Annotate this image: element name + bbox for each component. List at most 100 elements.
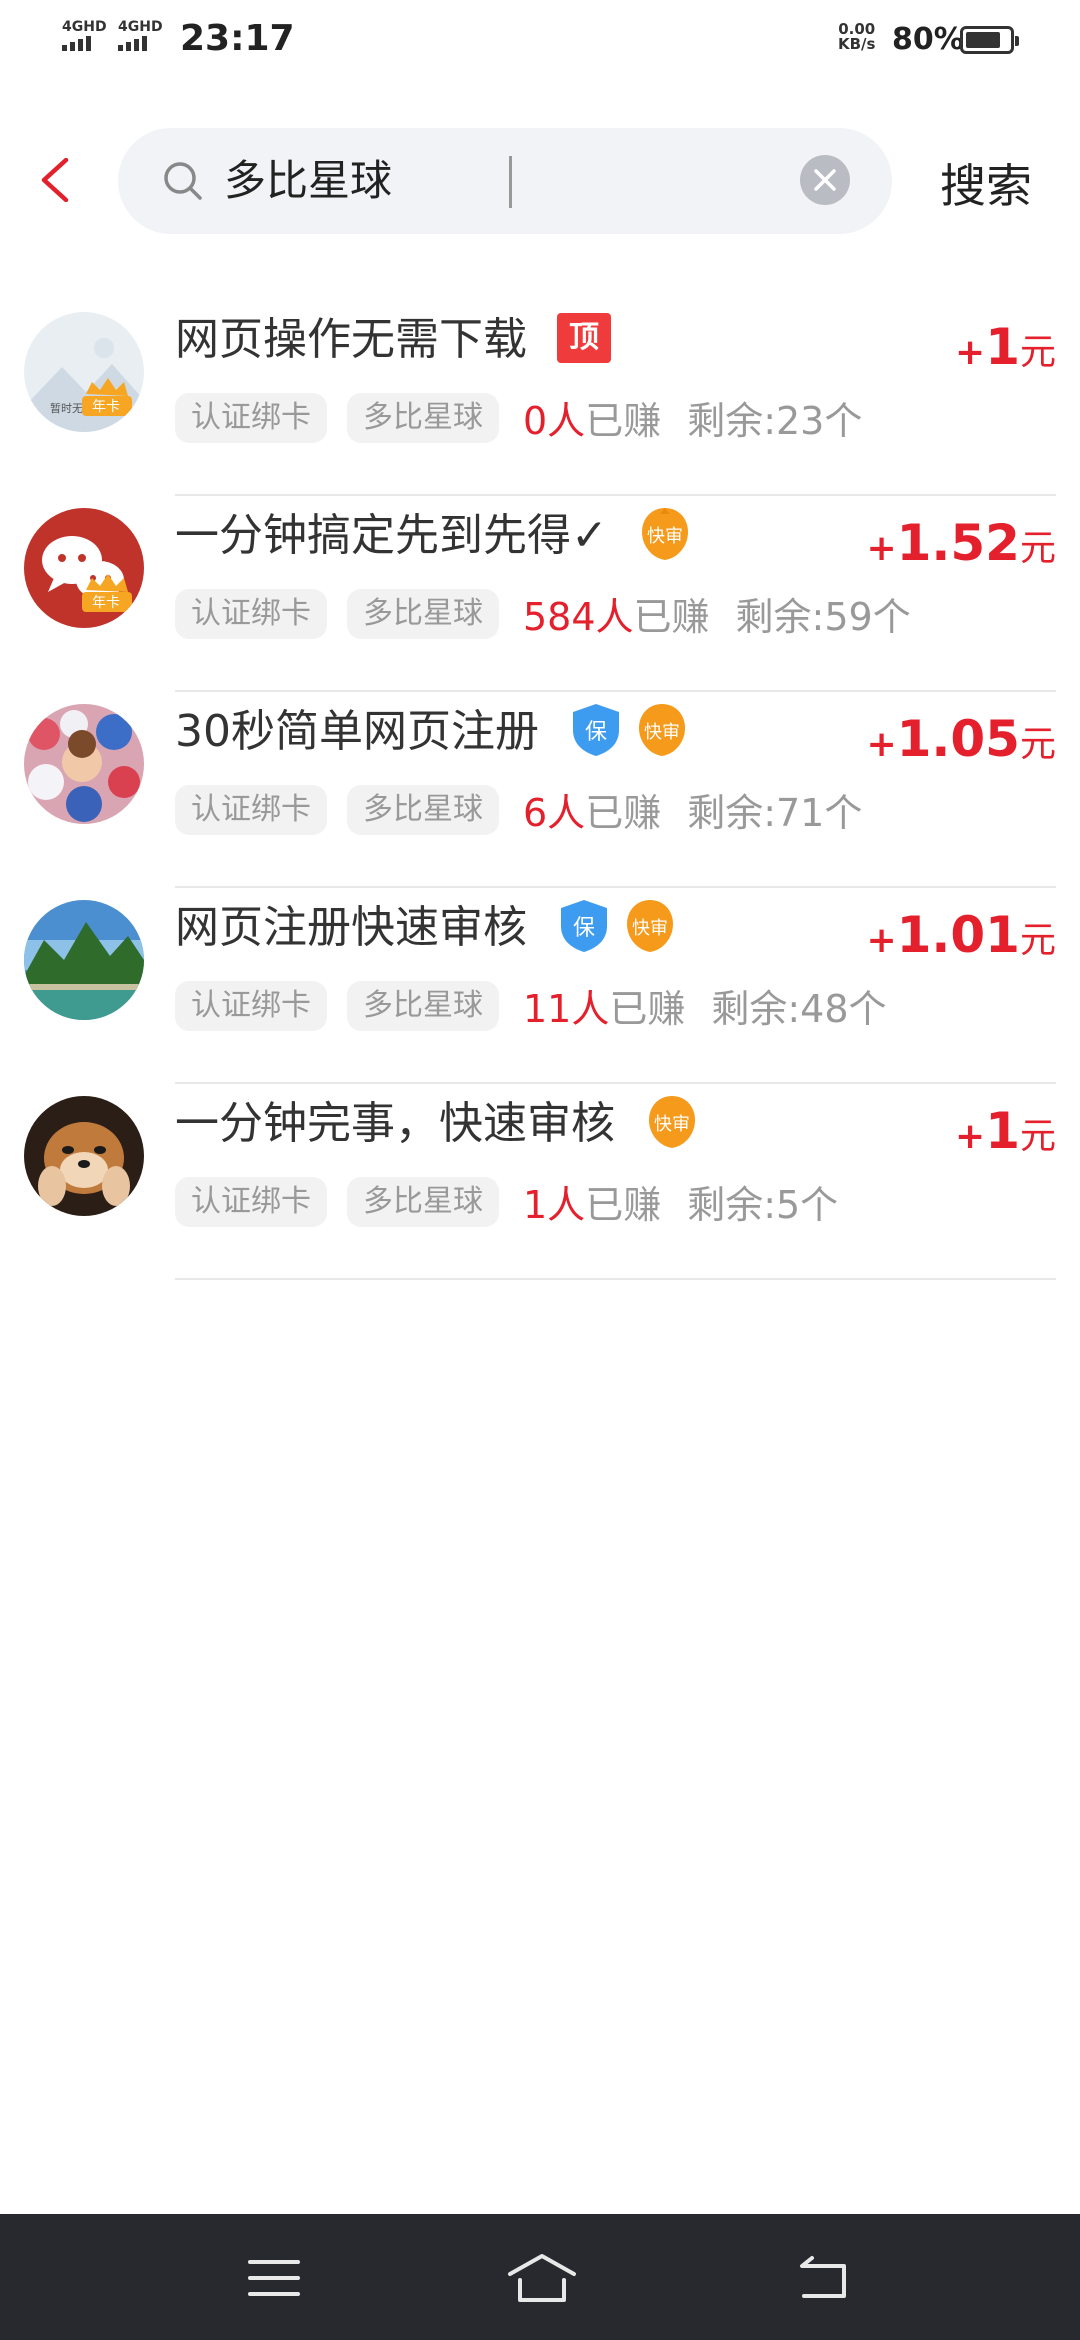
task-title: 网页操作无需下载 (175, 314, 527, 365)
task-title-row: 一分钟完事，快速审核 快审 (175, 1094, 699, 1154)
task-title: 30秒简单网页注册 (175, 706, 539, 757)
remaining-count: 剩余:71个 (687, 791, 863, 835)
task-meta: 认证绑卡 多比星球 584人已赚 剩余:59个 (175, 586, 911, 641)
task-avatar (24, 704, 144, 824)
task-tag: 多比星球 (347, 784, 499, 835)
task-meta: 认证绑卡 多比星球 11人已赚 剩余:48个 (175, 978, 887, 1033)
remaining-count: 剩余:23个 (687, 399, 863, 443)
task-item[interactable]: 年卡 一分钟搞定先到先得✓ 快审 +1.52元 认证绑卡 多比星球 584人已赚… (0, 496, 1080, 692)
pinned-badge: 顶 (557, 313, 611, 363)
task-meta: 认证绑卡 多比星球 1人已赚 剩余:5个 (175, 1174, 838, 1229)
signal-bars-icon (62, 36, 91, 51)
divider (175, 1278, 1056, 1280)
search-input[interactable]: 多比星球 (118, 128, 892, 234)
earned-count: 584人已赚 (523, 586, 710, 641)
status-bar: 4GHD 4GHD 23:17 0.00 KB/s 80% (0, 0, 1080, 82)
earned-label: 已赚 (585, 399, 662, 443)
task-reward: +1元 (955, 318, 1056, 376)
reward-sign: + (866, 528, 897, 569)
nav-menu-button[interactable] (244, 2250, 304, 2306)
task-title: 网页注册快速审核 (175, 902, 527, 953)
remaining-count: 剩余:5个 (687, 1183, 839, 1227)
task-avatar (24, 1096, 144, 1216)
reward-unit: 元 (1019, 528, 1056, 569)
task-item[interactable]: 暂时无法 年卡 网页操作无需下载 顶 +1元 认证绑卡 多比星球 0人已赚 剩余… (0, 300, 1080, 496)
earned-label: 已赚 (609, 987, 686, 1031)
task-reward: +1.52元 (866, 514, 1056, 572)
earned-number: 1人 (523, 1183, 586, 1227)
signal-bars-icon (118, 36, 147, 51)
task-item[interactable]: 网页注册快速审核 保 快审 +1.01元 认证绑卡 多比星球 11人已赚 剩余:… (0, 888, 1080, 1084)
earned-label: 已赚 (585, 1183, 662, 1227)
task-reward: +1.05元 (866, 710, 1056, 768)
chevron-left-icon (41, 157, 69, 203)
task-list: 暂时无法 年卡 网页操作无需下载 顶 +1元 认证绑卡 多比星球 0人已赚 剩余… (0, 300, 1080, 1280)
network-type-label: 4GHD (62, 19, 107, 35)
earned-number: 584人 (523, 595, 634, 639)
task-tag: 认证绑卡 (175, 588, 327, 639)
nav-back-button[interactable] (794, 2250, 854, 2306)
task-reward: +1.01元 (866, 906, 1056, 964)
task-avatar: 年卡 (24, 508, 144, 628)
reward-sign: + (866, 920, 897, 961)
earned-count: 6人已赚 (523, 782, 661, 837)
signal-indicator-1: 4GHD (62, 20, 107, 51)
reward-unit: 元 (1019, 1116, 1056, 1157)
signal-indicator-2: 4GHD (118, 20, 163, 51)
svg-text:快审: 快审 (644, 722, 680, 743)
earned-number: 6人 (523, 791, 586, 835)
battery-percent: 80% (892, 22, 964, 57)
back-button[interactable] (38, 157, 74, 203)
fast-review-badge: 快审 (641, 508, 688, 560)
remaining-count: 剩余:59个 (735, 595, 911, 639)
task-avatar (24, 900, 144, 1020)
reward-sign: + (955, 332, 986, 373)
task-title-row: 30秒简单网页注册 保 快审 (175, 702, 689, 762)
fast-review-badge: 快审 (639, 704, 685, 756)
earned-number: 11人 (523, 987, 610, 1031)
earned-count: 11人已赚 (523, 978, 685, 1033)
status-time: 23:17 (180, 18, 295, 59)
task-title: 一分钟搞定先到先得✓ (175, 510, 608, 561)
clear-search-button[interactable] (800, 155, 850, 205)
network-type-label: 4GHD (118, 19, 163, 35)
reward-sign: + (955, 1116, 986, 1157)
text-caret (509, 156, 512, 208)
task-tag: 多比星球 (347, 588, 499, 639)
svg-text:快审: 快审 (632, 918, 668, 939)
earned-label: 已赚 (585, 791, 662, 835)
reward-sign: + (866, 724, 897, 765)
network-speed: 0.00 KB/s (838, 22, 875, 52)
task-avatar: 暂时无法 年卡 (24, 312, 144, 432)
nav-home-button[interactable] (506, 2250, 578, 2306)
svg-text:年卡: 年卡 (92, 399, 120, 415)
reward-unit: 元 (1019, 332, 1056, 373)
task-title-row: 一分钟搞定先到先得✓ 快审 (175, 506, 692, 566)
task-meta: 认证绑卡 多比星球 0人已赚 剩余:23个 (175, 390, 862, 445)
search-button[interactable]: 搜索 (940, 150, 1032, 216)
task-item[interactable]: 30秒简单网页注册 保 快审 +1.05元 认证绑卡 多比星球 6人已赚 剩余:… (0, 692, 1080, 888)
reward-amount: 1.05 (896, 710, 1020, 768)
earned-count: 0人已赚 (523, 390, 661, 445)
task-tag: 认证绑卡 (175, 392, 327, 443)
reward-amount: 1.01 (896, 906, 1020, 964)
svg-text:保: 保 (573, 916, 595, 941)
search-query[interactable]: 多比星球 (224, 152, 392, 210)
svg-text:快审: 快审 (647, 526, 683, 547)
earned-label: 已赚 (633, 595, 710, 639)
task-item[interactable]: 一分钟完事，快速审核 快审 +1元 认证绑卡 多比星球 1人已赚 剩余:5个 (0, 1084, 1080, 1280)
system-navigation-bar (0, 2214, 1080, 2340)
task-tag: 认证绑卡 (175, 980, 327, 1031)
reward-amount: 1.52 (896, 514, 1020, 572)
task-title: 一分钟完事，快速审核 (175, 1098, 615, 1149)
task-title-row: 网页操作无需下载 顶 (175, 310, 611, 370)
remaining-count: 剩余:48个 (711, 987, 887, 1031)
reward-unit: 元 (1019, 920, 1056, 961)
svg-text:保: 保 (585, 720, 607, 745)
task-tag: 认证绑卡 (175, 784, 327, 835)
task-tag: 多比星球 (347, 392, 499, 443)
task-meta: 认证绑卡 多比星球 6人已赚 剩余:71个 (175, 782, 862, 837)
task-reward: +1元 (955, 1102, 1056, 1160)
menu-icon (248, 2260, 300, 2296)
task-title-row: 网页注册快速审核 保 快审 (175, 898, 677, 958)
